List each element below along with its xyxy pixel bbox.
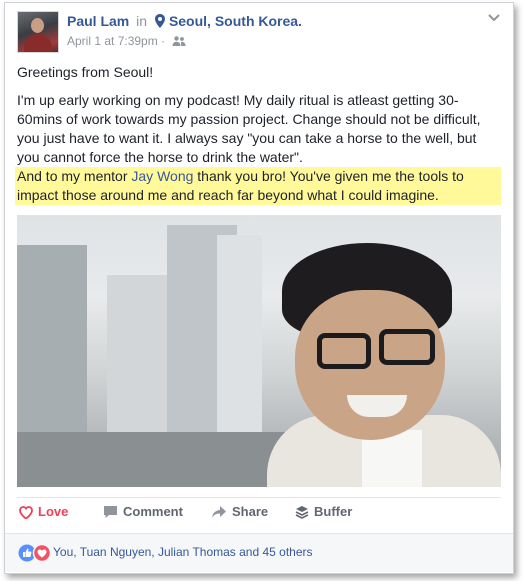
love-label: Love [38, 504, 69, 519]
post-mention-paragraph: And to my mentor Jay Wong thank you bro!… [15, 167, 501, 205]
mention-prefix: And to my mentor [17, 168, 132, 184]
post-meta: April 1 at 7:39pm · [67, 34, 186, 48]
share-label: Share [232, 504, 269, 519]
post-timestamp[interactable]: April 1 at 7:39pm [67, 34, 158, 48]
reaction-icons[interactable] [18, 544, 52, 562]
location-pin-icon [154, 14, 165, 28]
buffer-stack-icon [295, 506, 309, 519]
post-header: Paul Lam in Seoul, South Korea. April 1 … [17, 11, 501, 55]
post-photo[interactable] [17, 215, 501, 487]
buffer-button[interactable]: Buffer [295, 504, 352, 519]
love-icon [32, 544, 52, 562]
reactors-summary[interactable]: You, Tuan Nguyen, Julian Thomas and 45 o… [53, 545, 313, 559]
author-name[interactable]: Paul Lam [67, 13, 129, 29]
share-button[interactable]: Share [211, 504, 268, 519]
comment-button[interactable]: Comment [103, 504, 183, 519]
author-line: Paul Lam in Seoul, South Korea. [67, 13, 302, 29]
meta-separator: · [161, 34, 166, 48]
share-arrow-icon [212, 506, 226, 518]
comment-label: Comment [123, 504, 183, 519]
chevron-down-icon[interactable] [487, 13, 501, 23]
heart-icon [19, 506, 33, 519]
location-link[interactable]: Seoul, South Korea. [169, 13, 302, 29]
post-body: I'm up early working on my podcast! My d… [17, 92, 481, 165]
post-greeting: Greetings from Seoul! [17, 64, 154, 80]
in-label: in [136, 13, 148, 29]
friends-audience-icon[interactable] [172, 36, 186, 46]
comment-icon [104, 506, 117, 518]
mention-link-jay-wong[interactable]: Jay Wong [131, 168, 193, 184]
post-actions: Love Comment Share Buffer [17, 497, 501, 534]
love-button[interactable]: Love [19, 504, 68, 519]
buffer-label: Buffer [314, 504, 353, 519]
reactions-bar: You, Tuan Nguyen, Julian Thomas and 45 o… [5, 533, 513, 572]
author-avatar[interactable] [17, 11, 59, 53]
facebook-post: Paul Lam in Seoul, South Korea. April 1 … [4, 2, 514, 574]
